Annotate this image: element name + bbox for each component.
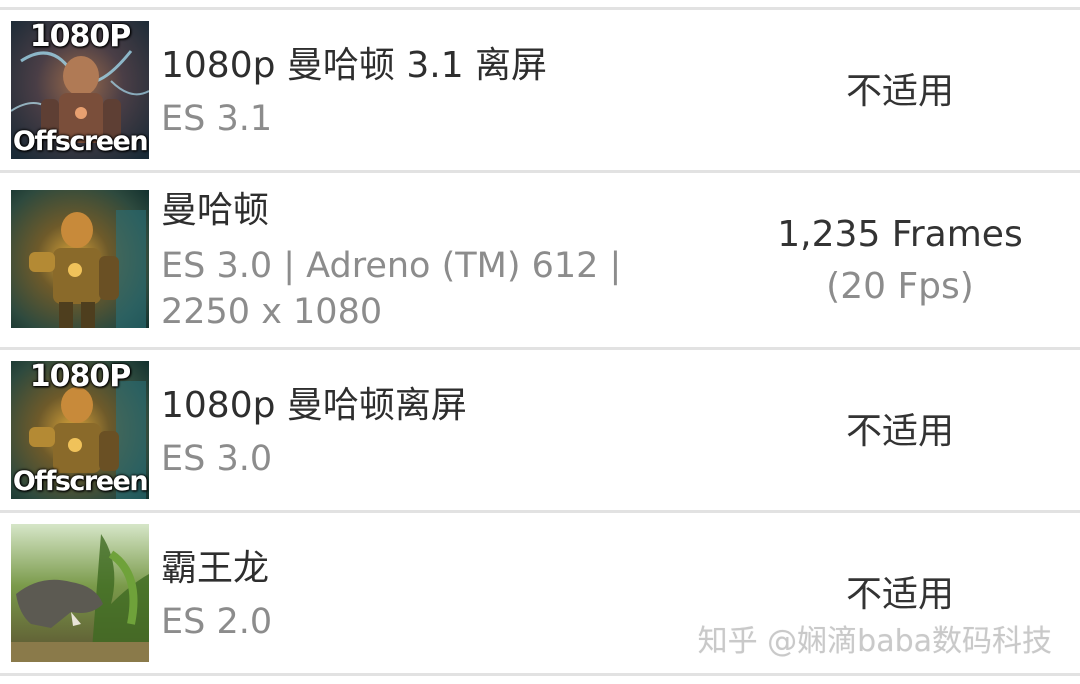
t-rex-thumbnail [11,524,149,662]
test-title: 1080p 曼哈顿离屏 [161,385,467,426]
benchmark-test-list: 1080P Offscreen 1080p 曼哈顿 3.1 离屏 ES 3.1 … [0,0,1080,684]
watermark: 知乎 @娴滴baba数码科技 [697,624,1052,659]
list-item-manhattan[interactable]: 曼哈顿 ES 3.0 | Adreno (TM) 612 | 2250 x 10… [0,173,1080,347]
test-result: 不适用 [720,569,1080,621]
resolution-badge: 1080P [29,21,131,54]
test-subtitle: ES 2.0 [161,602,273,642]
list-divider [0,673,1080,676]
test-subtitle: ES 3.1 [161,99,273,139]
offscreen-badge: Offscreen [12,126,149,157]
offscreen-badge: Offscreen [12,466,149,497]
test-title: 曼哈顿 [161,190,270,231]
test-subtitle: ES 3.0 | Adreno (TM) 612 | 2250 x 1080 [161,246,622,332]
test-result-value: 不适用 [845,71,954,112]
list-item-manhattan-31-offscreen[interactable]: 1080P Offscreen 1080p 曼哈顿 3.1 离屏 ES 3.1 … [0,10,1080,170]
test-result-value: 不适用 [845,574,954,615]
manhattan-robot-thumbnail: 1080P Offscreen [11,21,149,159]
test-result: 不适用 [720,406,1080,458]
resolution-badge: 1080P [29,361,131,394]
test-title: 1080p 曼哈顿 3.1 离屏 [161,45,548,86]
test-subtitle: ES 3.0 [161,439,273,479]
test-result: 不适用 [720,66,1080,118]
manhattan-robot-thumbnail [11,190,149,328]
manhattan-robot-thumbnail: 1080P Offscreen [11,361,149,499]
test-result-value: 不适用 [845,411,954,452]
test-title: 霸王龙 [161,548,270,589]
list-item-manhattan-offscreen[interactable]: 1080P Offscreen 1080p 曼哈顿离屏 ES 3.0 不适用 [0,350,1080,510]
test-result: 1,235 Frames (20 Fps) [720,209,1080,313]
test-result-value: 1,235 Frames [777,214,1023,255]
test-result-fps: (20 Fps) [826,266,974,307]
